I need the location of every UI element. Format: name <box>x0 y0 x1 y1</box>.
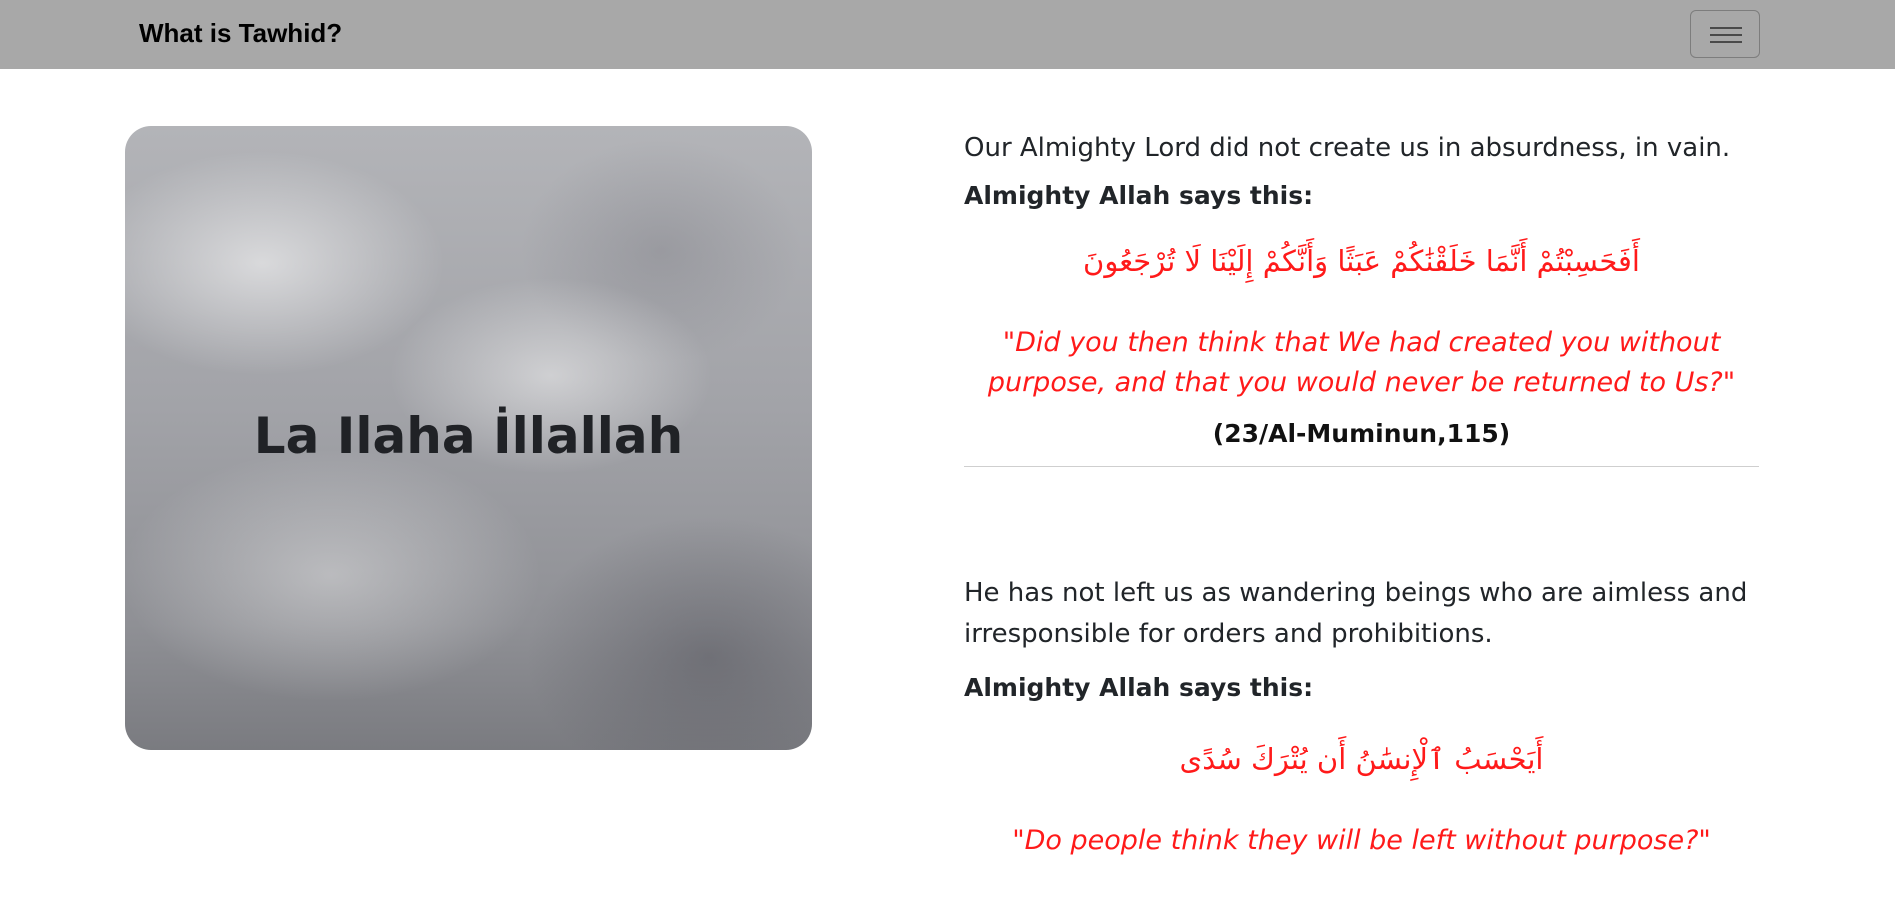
arabic-verse: أَفَحَسِبْتُمْ أَنَّمَا خَلَقْنَٰكُمْ عَ… <box>1083 244 1640 278</box>
hero-cloud-image: La Ilaha İllallah <box>125 126 812 750</box>
verse-translation: "Do people think they will be left witho… <box>1012 825 1711 856</box>
section-paragraph: He has not left us as wandering beings w… <box>964 578 1748 649</box>
section-divider <box>964 466 1759 467</box>
hero-title: La Ilaha İllallah <box>253 407 684 465</box>
section-intro: Almighty Allah says this: <box>964 181 1314 210</box>
verse-section: He has not left us as wandering beings w… <box>964 573 1759 861</box>
section-paragraph: Our Almighty Lord did not create us in a… <box>964 133 1731 163</box>
main-content: Our Almighty Lord did not create us in a… <box>964 126 1759 861</box>
verse-section: Our Almighty Lord did not create us in a… <box>964 128 1759 467</box>
navbar-brand[interactable]: What is Tawhid? <box>139 16 342 50</box>
top-navbar: What is Tawhid? <box>0 0 1895 69</box>
arabic-verse: أَيَحْسَبُ ٱلْإِنسَٰنُ أَن يُتْرَكَ سُدً… <box>1179 742 1544 776</box>
verse-reference: (23/Al-Muminun,115) <box>1212 419 1511 448</box>
verse-translation: "Did you then think that We had created … <box>987 327 1736 398</box>
navbar-toggler-button[interactable] <box>1690 10 1760 58</box>
section-intro: Almighty Allah says this: <box>964 673 1314 702</box>
